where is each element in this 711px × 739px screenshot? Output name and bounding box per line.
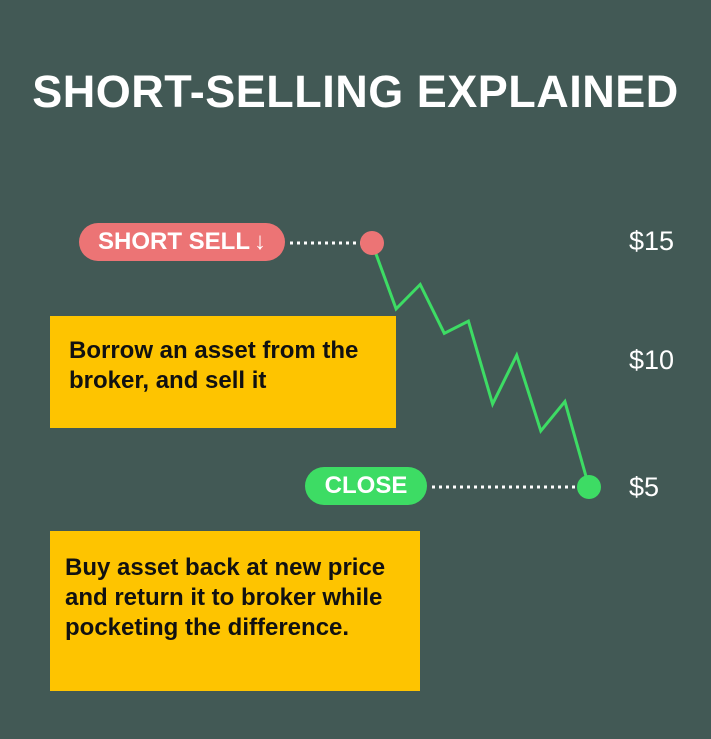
close-badge: CLOSE: [305, 467, 427, 505]
price-label-5: $5: [629, 472, 660, 502]
short-sell-label: SHORT SELL: [97, 228, 250, 255]
price-line: [370, 242, 591, 488]
price-label-15: $15: [629, 226, 675, 256]
short-sell-badge: SHORT SELL ↓: [79, 223, 285, 261]
buy-back-note-text: Buy asset back at new price and return i…: [65, 554, 386, 641]
borrow-note: Borrow an asset from the broker, and sel…: [50, 316, 396, 428]
borrow-note-text: Borrow an asset from the broker, and sel…: [69, 337, 359, 394]
down-arrow-icon: ↓: [254, 228, 266, 255]
short-sell-point: [360, 231, 384, 255]
price-label-10: $10: [629, 345, 675, 375]
close-point: [577, 475, 601, 499]
buy-back-note: Buy asset back at new price and return i…: [50, 531, 420, 691]
close-label: CLOSE: [324, 472, 408, 499]
